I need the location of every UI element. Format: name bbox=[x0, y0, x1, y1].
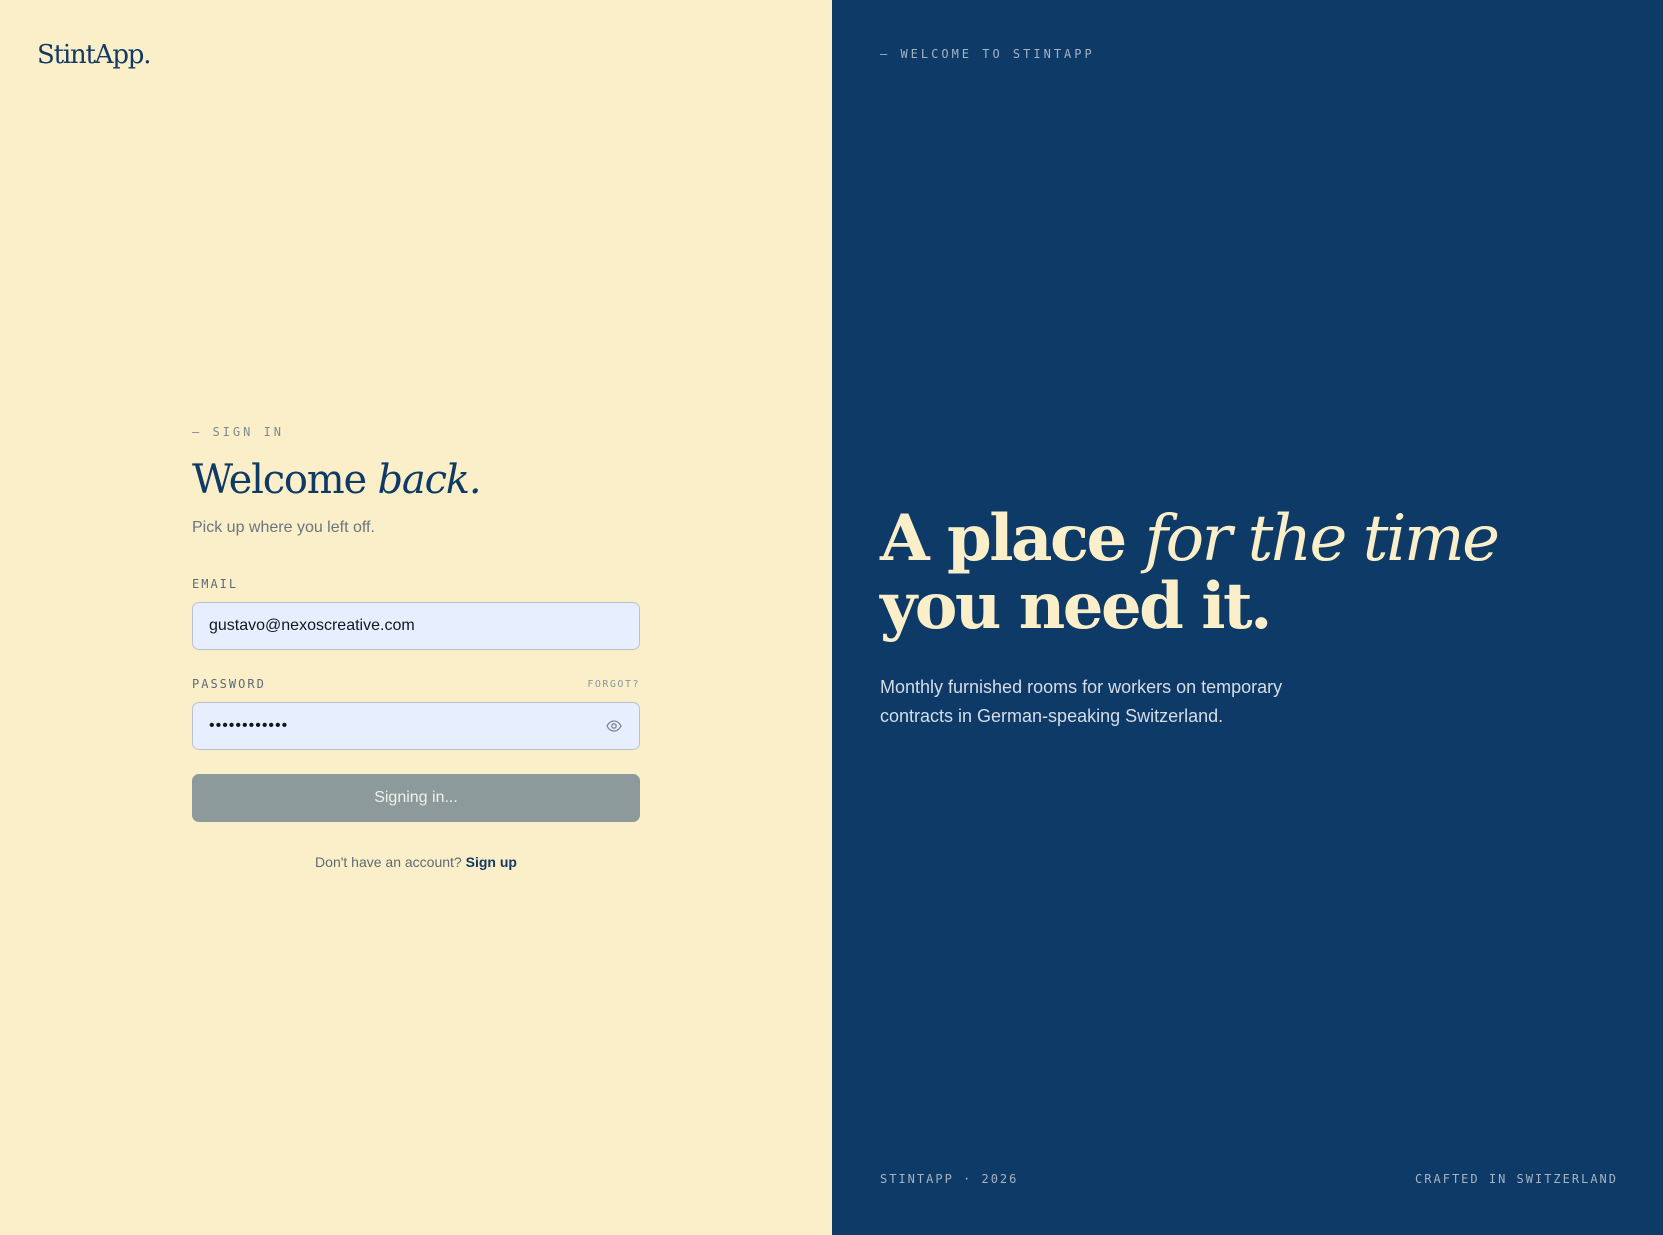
headline-part3: you need it. bbox=[880, 569, 1272, 644]
hero-footer-copyright: STINTAPP · 2026 bbox=[880, 1172, 1019, 1186]
eye-icon[interactable] bbox=[605, 717, 623, 735]
signin-form: — SIGN IN Welcome back. Pick up where yo… bbox=[192, 424, 640, 870]
forgot-password-link[interactable]: FORGOT? bbox=[587, 679, 640, 690]
page-subtitle: Pick up where you left off. bbox=[192, 519, 375, 536]
hero-eyebrow: — WELCOME TO STINTAPP bbox=[880, 47, 1095, 61]
title-plain: Welcome bbox=[192, 457, 378, 503]
password-label: PASSWORD bbox=[192, 677, 266, 691]
headline-part2: for the time bbox=[1144, 502, 1500, 576]
brand-logo[interactable]: StintApp. bbox=[37, 40, 152, 70]
email-field-wrapper bbox=[192, 602, 640, 650]
title-italic: back. bbox=[377, 457, 482, 503]
password-field[interactable]: •••••••••••• bbox=[192, 702, 640, 750]
hero-description: Monthly furnished rooms for workers on t… bbox=[880, 677, 1283, 726]
sign-in-button[interactable]: Signing in... bbox=[192, 774, 640, 822]
sign-up-link[interactable]: Sign up bbox=[466, 854, 517, 870]
signin-panel: StintApp. — SIGN IN Welcome back. Pick u… bbox=[0, 0, 832, 1235]
hero-footer-tagline: CRAFTED IN SWITZERLAND bbox=[1415, 1172, 1618, 1186]
password-value: •••••••••••• bbox=[209, 717, 289, 734]
password-label-row: PASSWORD FORGOT? bbox=[192, 676, 640, 692]
signup-prompt: Don't have an account? bbox=[315, 854, 466, 870]
email-label: EMAIL bbox=[192, 577, 239, 591]
signup-row: Don't have an account? Sign up bbox=[192, 854, 640, 870]
email-field[interactable] bbox=[209, 617, 623, 635]
headline-part1: A place bbox=[880, 501, 1145, 576]
hero-headline: A place for the time you need it. bbox=[880, 505, 1600, 641]
signin-eyebrow: — SIGN IN bbox=[192, 425, 285, 439]
page-title: Welcome back. bbox=[192, 458, 640, 502]
